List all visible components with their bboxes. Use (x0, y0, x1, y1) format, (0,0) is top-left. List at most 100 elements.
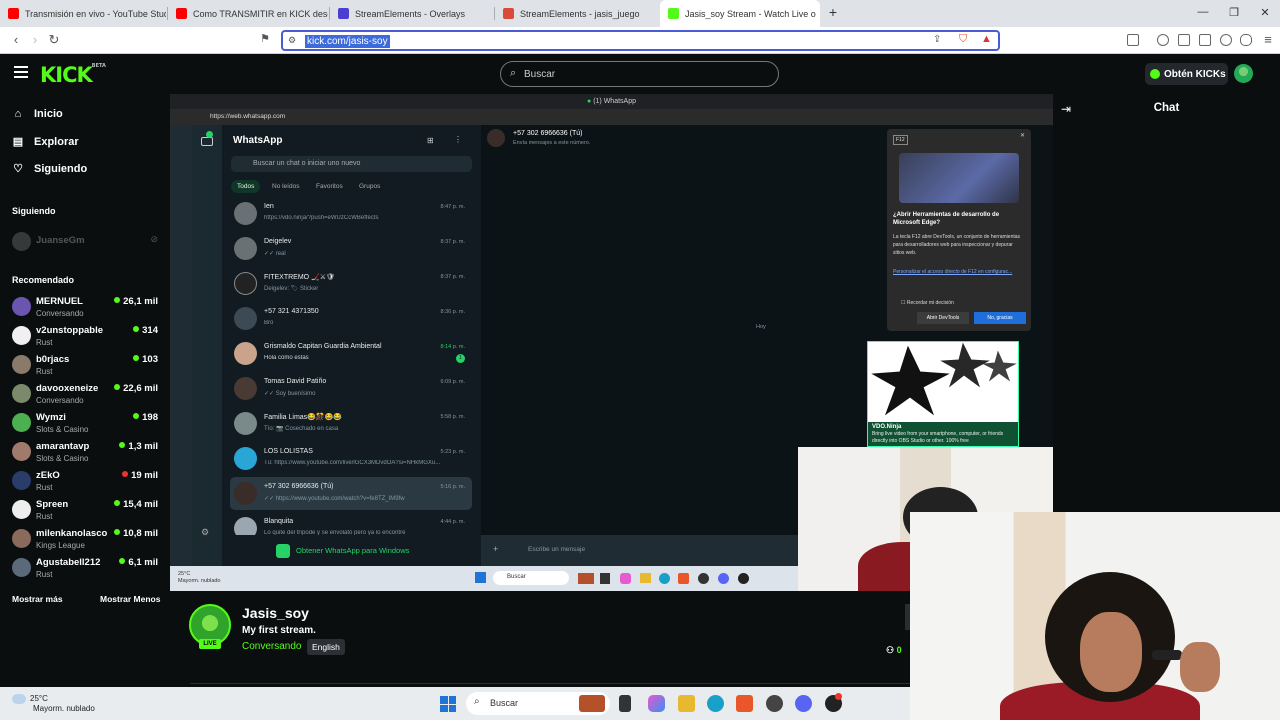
copilot-icon[interactable] (648, 695, 665, 712)
chat-name: Tomas David Patiño (264, 378, 327, 385)
sidebar-toggle-icon[interactable] (1127, 34, 1139, 46)
windows-start-icon[interactable] (440, 696, 456, 712)
channel-name: milenkanolasco (36, 528, 108, 539)
kick-logo[interactable]: KICKBETA (40, 63, 106, 87)
os-taskbar: 25°C Mayorm. nublado ⌕ Buscar (0, 687, 910, 720)
kick-icon (668, 8, 679, 19)
app-icon[interactable] (619, 695, 631, 712)
recommended-item[interactable]: zEkO Rust 19 mil (12, 468, 162, 496)
captured-weather: 25°C Mayorm. nublado (178, 571, 221, 585)
viewer-count: ⚇ 0 (886, 645, 902, 656)
avatar (12, 558, 31, 577)
nav-home[interactable]: ⌂ Inicio (12, 108, 63, 120)
filter-chip: No leídos (272, 183, 300, 190)
channel-category: Kings League (36, 541, 85, 550)
channel-category: Rust (36, 367, 53, 376)
vpn-icon[interactable] (1240, 34, 1252, 46)
channel-category: Conversando (36, 309, 84, 318)
search-input[interactable]: ⌕ Buscar (500, 61, 779, 87)
browser-tab[interactable]: Transmisión en vivo - YouTube Studio (0, 0, 166, 27)
recommended-item[interactable]: Spreen Rust 15,4 mil (12, 497, 162, 525)
leo-icon[interactable] (1220, 34, 1232, 46)
avatar (487, 129, 505, 147)
language-tag[interactable]: English (307, 639, 345, 655)
maximize-button[interactable]: ❐ (1224, 6, 1244, 19)
chat-time: 8:37 p. m. (440, 274, 465, 280)
close-window-button[interactable]: ✕ (1255, 6, 1275, 19)
browser-tab[interactable]: Como TRANSMITIR en KICK desde P (168, 0, 328, 27)
reader-icon[interactable] (1178, 34, 1190, 46)
devtools-link: Personalizar el acceso directo de F12 en… (893, 269, 1013, 275)
devtools-illustration (899, 153, 1019, 203)
show-less-button[interactable]: Mostrar Menos (100, 594, 160, 604)
stream-category[interactable]: Conversando (242, 641, 301, 652)
remember-checkbox: ☐ Recordar mi decisión (901, 300, 954, 306)
remember-label: Recordar mi decisión (906, 300, 954, 306)
hamburger-menu-icon[interactable] (14, 66, 28, 81)
windows-start-icon (475, 572, 486, 583)
discord-icon[interactable] (795, 695, 812, 712)
avatar (12, 355, 31, 374)
brave-shield-icon[interactable]: ⛉ (959, 33, 967, 46)
captured-condition: Mayorm. nublado (178, 578, 221, 584)
recommended-item[interactable]: milenkanolasco Kings League 10,8 mil (12, 526, 162, 554)
obs-icon[interactable] (766, 695, 783, 712)
new-tab-button[interactable]: + (823, 4, 843, 20)
cloud-icon (12, 694, 26, 704)
recommended-item[interactable]: MERNUEL Conversando 26,1 mil (12, 294, 162, 322)
browser-tab-active[interactable]: Jasis_soy Stream - Watch Live o ✕ (660, 0, 820, 27)
streamer-name[interactable]: Jasis_soy (242, 605, 309, 621)
vdo-ninja-logo (871, 342, 1017, 416)
url-field[interactable]: ⚙ kick.com/jasis-soy ⇪ ⛉ ▲ (281, 30, 1000, 51)
message-placeholder: Escribe un mensaje (528, 546, 586, 553)
whatsapp-icon (276, 543, 290, 558)
viewer-count: 19 mil (122, 470, 158, 481)
whatsapp-chat-row: +57 321 4371350 Bro 8:36 p. m. (230, 302, 472, 335)
recommended-item[interactable]: Agustabell212 Rust 6,1 mil (12, 555, 162, 583)
following-item[interactable]: JuanseGm ⊘ (12, 229, 162, 257)
nav-explore[interactable]: ▤ Explorar (12, 135, 79, 149)
app-icon[interactable] (579, 695, 605, 712)
chat-time: 8:36 p. m. (440, 309, 465, 315)
forward-icon[interactable]: › (27, 32, 43, 47)
url-text[interactable]: kick.com/jasis-soy (305, 35, 390, 48)
chat-panel: ⇥ Chat (1053, 94, 1280, 512)
divider (190, 683, 910, 684)
get-kicks-button[interactable]: Obtén KICKs (1145, 63, 1228, 85)
bookmark-icon[interactable]: ⚑ (257, 32, 273, 45)
minimize-button[interactable]: — (1193, 6, 1213, 18)
recommended-item[interactable]: Wymzi Slots & Casino 198 (12, 410, 162, 438)
nav-following[interactable]: ♡ Siguiendo (12, 162, 87, 176)
user-avatar[interactable] (1234, 64, 1253, 83)
chat-preview: Hola como estas (264, 355, 309, 361)
following-name: JuanseGm (36, 235, 85, 246)
wallet-icon[interactable] (1199, 34, 1211, 46)
weather-widget[interactable]: 25°C Mayorm. nublado (12, 694, 95, 714)
recommended-item[interactable]: b0rjacs Rust 103 (12, 352, 162, 380)
recommended-item[interactable]: amarantavp Slots & Casino 1,3 mil (12, 439, 162, 467)
viewer-count: 22,6 mil (114, 383, 158, 394)
site-info-icon[interactable]: ⚙ (288, 35, 296, 46)
chat-time: 5:16 p. m. (440, 484, 465, 490)
share-icon[interactable]: ⇪ (933, 34, 941, 45)
media-icon[interactable] (1157, 34, 1169, 46)
chat-title: Chat (1153, 102, 1180, 114)
recommended-item[interactable]: davooxeneize Conversando 22,6 mil (12, 381, 162, 409)
search-icon: ⌕ (510, 67, 517, 79)
browser-tab[interactable]: StreamElements - Overlays (330, 0, 493, 27)
viewer-count-value: 0 (896, 645, 902, 655)
captured-url: https://web.whatsapp.com (210, 113, 286, 120)
chat-name: +57 321 4371350 (264, 308, 319, 315)
rewards-icon[interactable]: ▲ (981, 33, 992, 45)
recommended-item[interactable]: v2unstoppable Rust 314 (12, 323, 162, 351)
brave-icon[interactable] (736, 695, 753, 712)
show-more-button[interactable]: Mostrar más (12, 594, 63, 604)
menu-icon[interactable]: ≡ (1260, 32, 1276, 47)
whatsapp-chat-row: FITEXTREMO 🏒⚔🛡 Deigelev: 🏷 Sticker 8:37 … (230, 267, 472, 300)
folder-icon[interactable] (678, 695, 695, 712)
viewer-count: 103 (133, 354, 158, 365)
browser-tab[interactable]: StreamElements - jasis_juego (495, 0, 658, 27)
back-icon[interactable]: ‹ (8, 32, 24, 47)
reload-icon[interactable]: ↻ (46, 32, 62, 48)
edge-icon[interactable] (707, 695, 724, 712)
